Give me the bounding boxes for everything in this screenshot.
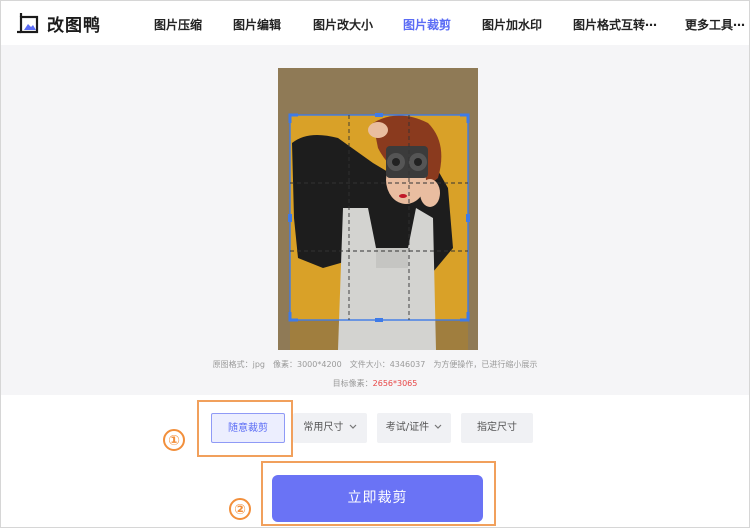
nav-item-more-tools[interactable]: 更多工具⋯ [685, 16, 745, 33]
top-nav: 改图鸭 图片压缩 图片编辑 图片改大小 图片裁剪 图片加水印 图片格式互转⋯ 更… [1, 1, 749, 45]
common-size-dropdown[interactable]: 常用尺寸 [293, 413, 367, 443]
photo-preview [278, 68, 478, 350]
free-crop-button[interactable]: 随意裁剪 [211, 413, 285, 443]
nav-item-watermark[interactable]: 图片加水印 [482, 16, 542, 33]
exam-id-dropdown[interactable]: 考试/证件 [377, 413, 451, 443]
common-size-label: 常用尺寸 [303, 422, 344, 433]
target-pixels-label: 目标像素： [332, 379, 373, 388]
logo[interactable]: 改图鸭 [17, 11, 101, 36]
step-one-marker: ① [163, 429, 185, 451]
target-pixels: 目标像素：2656*3065 [1, 378, 749, 389]
step-two-marker: ② [229, 498, 251, 520]
preview-area: 原图格式：jpg 像素：3000*4200 文件大小：4346037 为方便操作… [1, 45, 749, 395]
nav-item-format[interactable]: 图片格式互转⋯ [573, 16, 657, 33]
logo-icon [17, 12, 39, 33]
nav-item-edit[interactable]: 图片编辑 [233, 16, 281, 33]
photo-image [278, 68, 478, 350]
app-window: 改图鸭 图片压缩 图片编辑 图片改大小 图片裁剪 图片加水印 图片格式互转⋯ 更… [0, 0, 750, 528]
chevron-down-icon [349, 424, 357, 429]
logo-text: 改图鸭 [47, 16, 101, 36]
exam-id-label: 考试/证件 [385, 422, 430, 433]
chevron-down-icon [434, 424, 442, 429]
nav-item-resize[interactable]: 图片改大小 [313, 16, 373, 33]
specified-size-button[interactable]: 指定尺寸 [461, 413, 533, 443]
crop-now-button[interactable]: 立即裁剪 [272, 475, 483, 522]
image-info: 原图格式：jpg 像素：3000*4200 文件大小：4346037 为方便操作… [212, 360, 538, 369]
target-pixels-value: 2656*3065 [372, 379, 418, 388]
nav-item-crop[interactable]: 图片裁剪 [403, 16, 451, 33]
nav-item-compress[interactable]: 图片压缩 [154, 16, 202, 33]
